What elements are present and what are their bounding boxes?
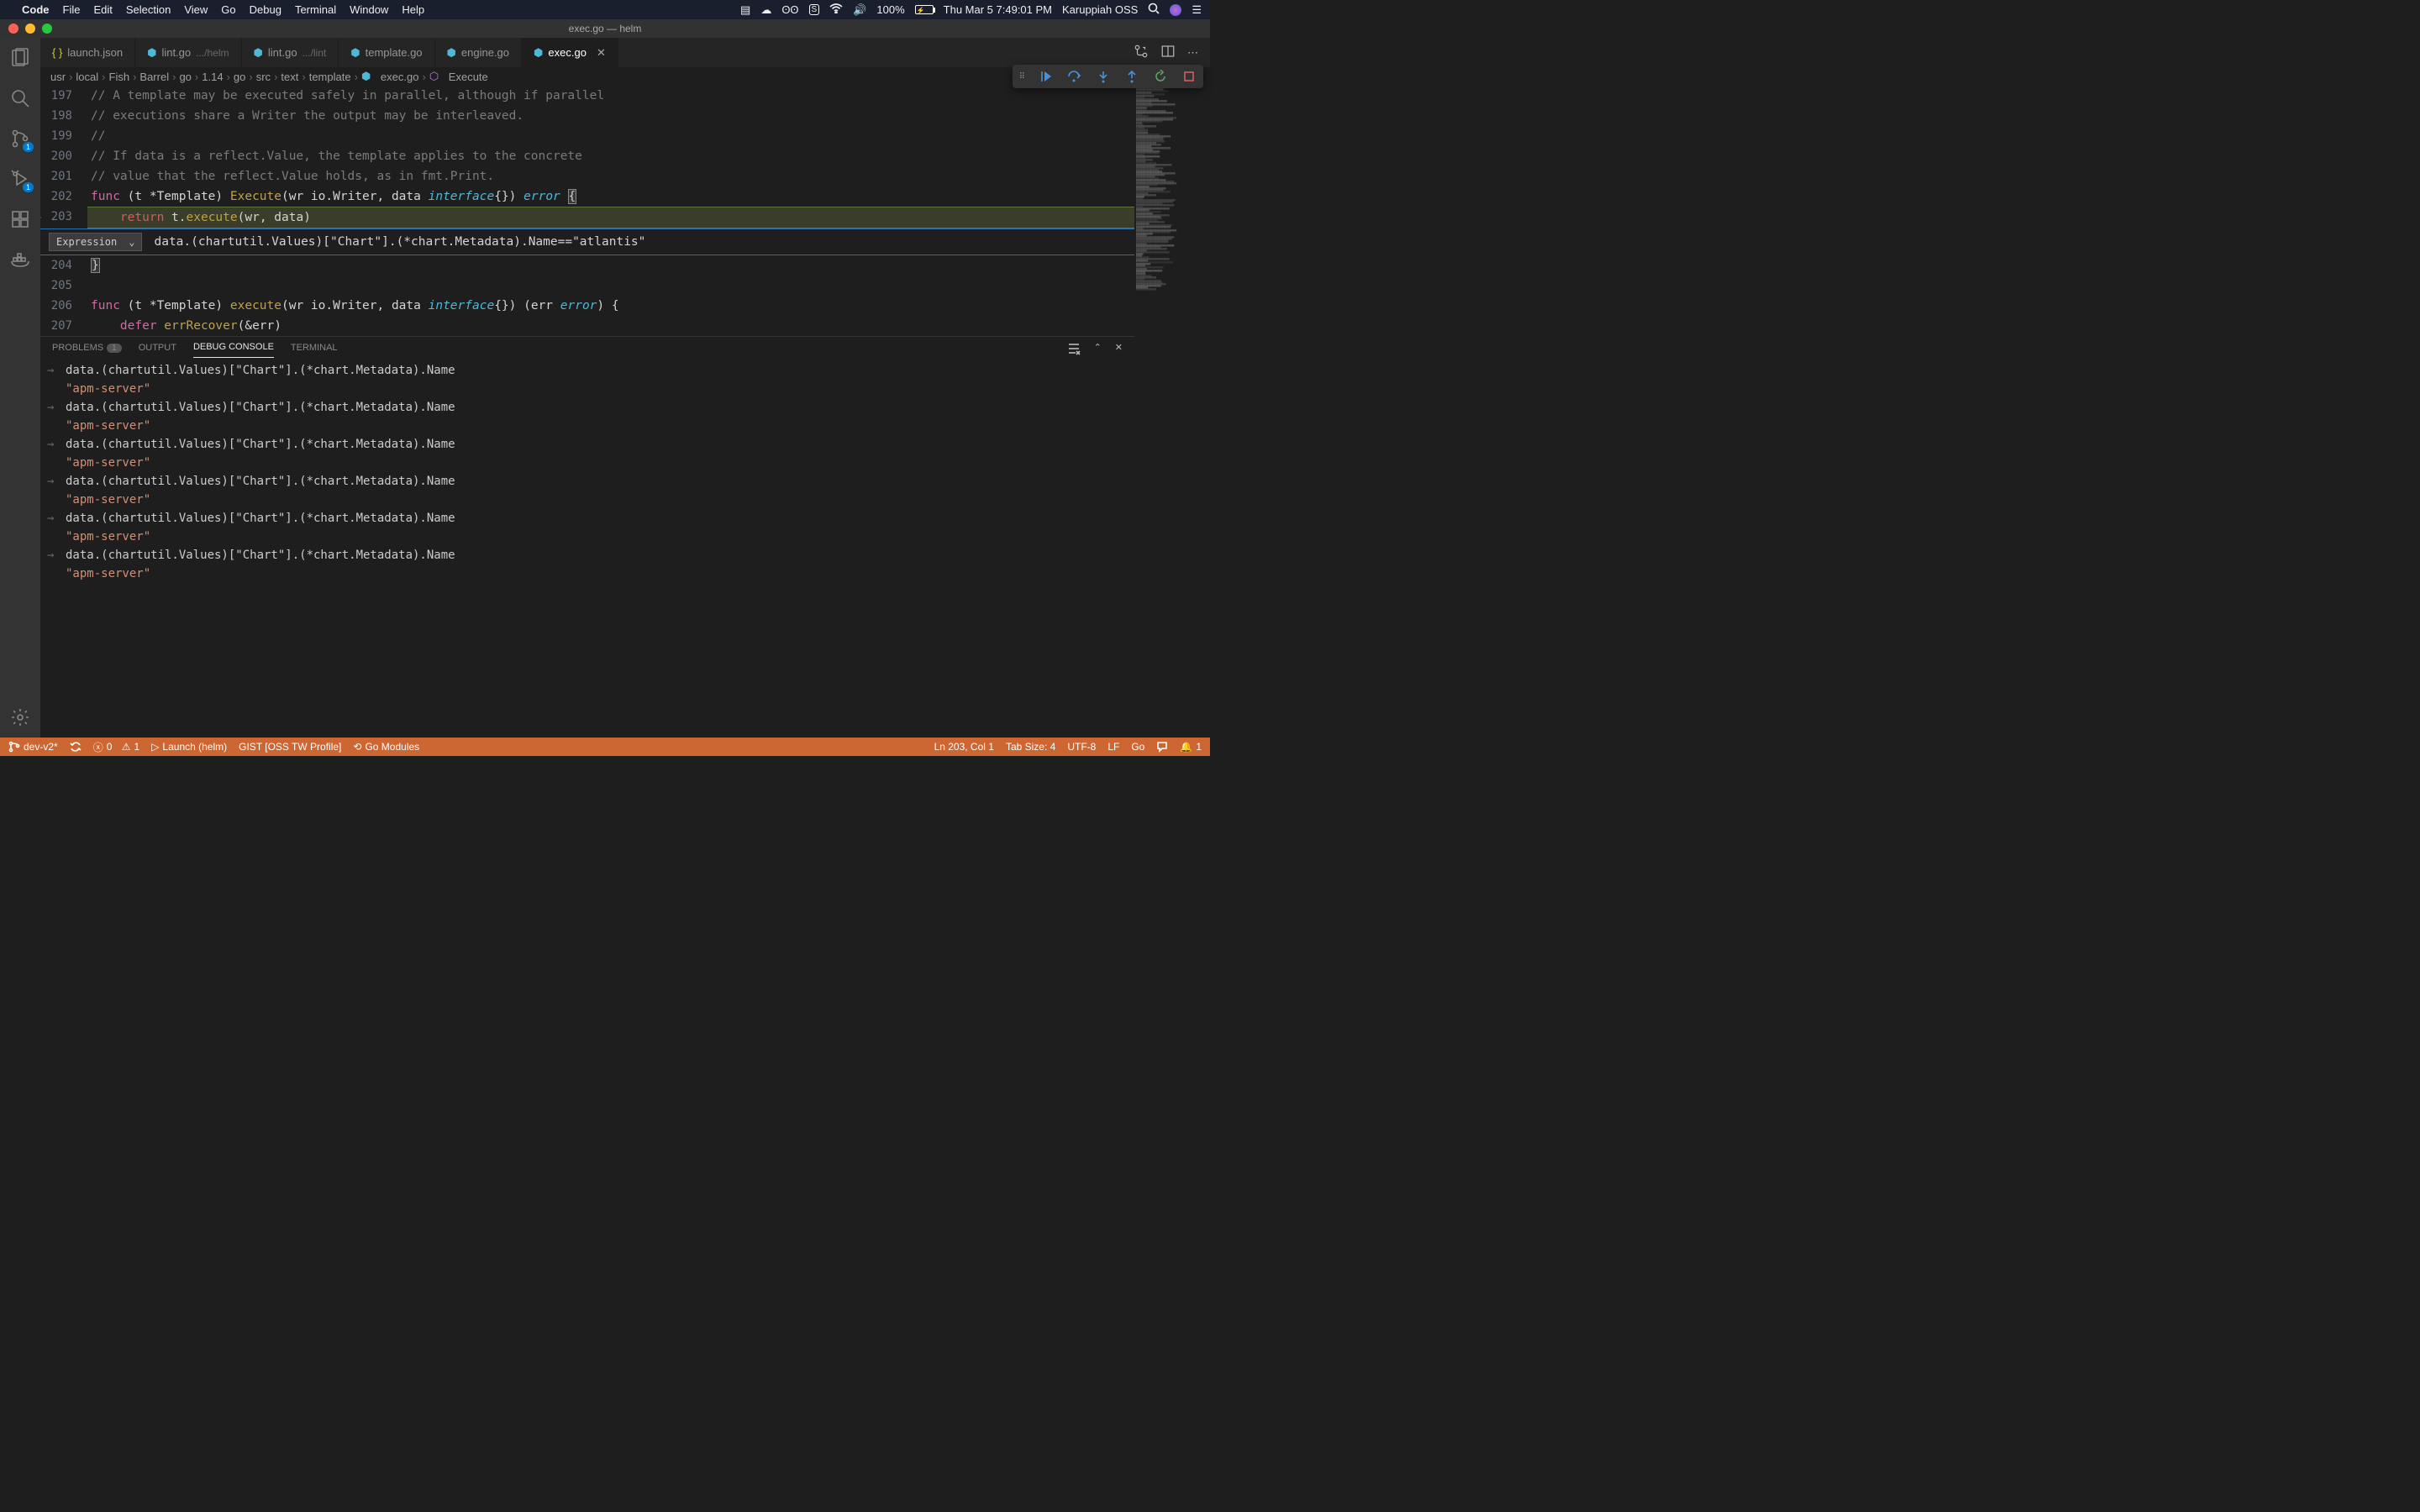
feedback-icon[interactable] — [1156, 741, 1168, 753]
more-icon[interactable]: ⋯ — [1187, 46, 1198, 60]
gist-status[interactable]: GIST [OSS TW Profile] — [239, 741, 341, 753]
datetime[interactable]: Thu Mar 5 7:49:01 PM — [944, 3, 1052, 16]
window-close[interactable] — [8, 24, 18, 34]
menu-selection[interactable]: Selection — [126, 3, 171, 16]
problems-status[interactable]: ⓧ0 ⚠1 — [93, 740, 140, 754]
app-name[interactable]: Code — [22, 3, 50, 16]
menu-edit[interactable]: Edit — [93, 3, 112, 16]
tab-lint-lint[interactable]: ⬢lint.go.../lint — [242, 38, 339, 67]
menu-view[interactable]: View — [184, 3, 208, 16]
window-title: exec.go — helm — [569, 23, 642, 34]
s-icon[interactable]: S — [809, 4, 820, 15]
collapse-panel-icon[interactable]: ⌃ — [1094, 342, 1102, 358]
volume-icon[interactable]: 🔊 — [853, 3, 866, 17]
breakpoint-icon[interactable]: 203 — [40, 207, 72, 227]
window-minimize[interactable] — [25, 24, 35, 34]
branch-status[interactable]: dev-v2* — [8, 741, 58, 753]
close-panel-icon[interactable]: ✕ — [1115, 342, 1123, 358]
activity-bar: 1 1 — [0, 38, 40, 738]
debug-console[interactable]: →data.(chartutil.Values)["Chart"].(*char… — [40, 358, 1134, 580]
bottom-panel: PROBLEMS1 OUTPUT DEBUG CONSOLE TERMINAL … — [40, 336, 1134, 580]
battery-icon[interactable]: ⚡ — [915, 5, 934, 14]
menu-terminal[interactable]: Terminal — [295, 3, 336, 16]
terminal-tab[interactable]: TERMINAL — [291, 343, 338, 358]
settings-icon[interactable] — [8, 706, 32, 729]
menu-debug[interactable]: Debug — [250, 3, 281, 16]
notifications-status[interactable]: 🔔1 — [1180, 741, 1202, 753]
spotlight-icon[interactable] — [1148, 3, 1160, 17]
close-icon[interactable]: ✕ — [597, 46, 606, 60]
wifi-icon[interactable] — [829, 3, 843, 16]
menu-window[interactable]: Window — [350, 3, 388, 16]
cursor-position[interactable]: Ln 203, Col 1 — [934, 741, 994, 753]
user-name[interactable]: Karuppiah OSS — [1062, 3, 1138, 16]
expression-input[interactable]: data.(chartutil.Values)["Chart"].(*chart… — [154, 235, 645, 249]
tab-exec[interactable]: ⬢exec.go✕ — [522, 38, 618, 67]
step-over-button[interactable] — [1067, 69, 1082, 84]
debug-toolbar[interactable]: ⠿ — [1013, 65, 1203, 88]
stop-button[interactable] — [1181, 69, 1197, 84]
window-titlebar: exec.go — helm — [0, 19, 1210, 38]
menu-go[interactable]: Go — [221, 3, 235, 16]
restart-button[interactable] — [1153, 69, 1168, 84]
problems-tab[interactable]: PROBLEMS1 — [52, 343, 122, 358]
glasses-icon[interactable]: ʘʘ — [781, 3, 798, 16]
line-gutter: 197 198 199 200 201 202 203 — [40, 86, 87, 228]
siri-icon[interactable] — [1170, 4, 1181, 16]
debug-icon[interactable]: 1 — [8, 167, 32, 191]
tab-launch-json[interactable]: { }launch.json — [40, 38, 135, 67]
step-out-button[interactable] — [1124, 69, 1139, 84]
window-maximize[interactable] — [42, 24, 52, 34]
debug-badge: 1 — [23, 182, 34, 192]
extensions-icon[interactable] — [8, 207, 32, 231]
code-editor[interactable]: // A template may be executed safely in … — [87, 86, 1134, 228]
notification-center-icon[interactable]: ☰ — [1192, 3, 1202, 17]
encoding-status[interactable]: UTF-8 — [1067, 741, 1096, 753]
menu-help[interactable]: Help — [402, 3, 424, 16]
tab-template[interactable]: ⬢template.go — [339, 38, 434, 67]
search-icon[interactable] — [8, 87, 32, 110]
expression-type-select[interactable]: Expression ⌄ — [49, 233, 142, 251]
tray-icon[interactable]: ▤ — [740, 3, 750, 17]
split-icon[interactable] — [1160, 44, 1176, 61]
gomod-status[interactable]: ⟲ Go Modules — [353, 741, 419, 753]
tab-engine[interactable]: ⬢engine.go — [435, 38, 522, 67]
indent-status[interactable]: Tab Size: 4 — [1006, 741, 1055, 753]
macos-menubar: Code File Edit Selection View Go Debug T… — [0, 0, 1210, 19]
battery-percent: 100% — [876, 3, 904, 16]
clear-console-icon[interactable] — [1067, 342, 1081, 358]
continue-button[interactable] — [1039, 69, 1054, 84]
editor-tabs: { }launch.json ⬢lint.go.../helm ⬢lint.go… — [40, 38, 1210, 67]
compare-icon[interactable] — [1134, 44, 1149, 61]
cloud-icon[interactable]: ☁ — [760, 3, 771, 17]
scm-icon[interactable]: 1 — [8, 127, 32, 150]
chevron-down-icon: ⌄ — [129, 236, 134, 248]
docker-icon[interactable] — [8, 248, 32, 271]
language-status[interactable]: Go — [1131, 741, 1144, 753]
debug-console-tab[interactable]: DEBUG CONSOLE — [193, 342, 274, 358]
minimap[interactable]: ████████████████████████████████████████… — [1134, 86, 1210, 738]
eol-status[interactable]: LF — [1107, 741, 1119, 753]
menu-file[interactable]: File — [63, 3, 81, 16]
launch-status[interactable]: ▷ Launch (helm) — [151, 741, 227, 753]
scm-badge: 1 — [23, 142, 34, 152]
explorer-icon[interactable] — [8, 46, 32, 70]
status-bar: dev-v2* ⓧ0 ⚠1 ▷ Launch (helm) GIST [OSS … — [0, 738, 1210, 756]
grip-icon[interactable]: ⠿ — [1019, 72, 1025, 81]
expression-bar: Expression ⌄ data.(chartutil.Values)["Ch… — [40, 228, 1134, 255]
tab-lint-helm[interactable]: ⬢lint.go.../helm — [135, 38, 241, 67]
step-into-button[interactable] — [1096, 69, 1111, 84]
output-tab[interactable]: OUTPUT — [139, 343, 176, 358]
sync-status[interactable] — [70, 741, 82, 753]
